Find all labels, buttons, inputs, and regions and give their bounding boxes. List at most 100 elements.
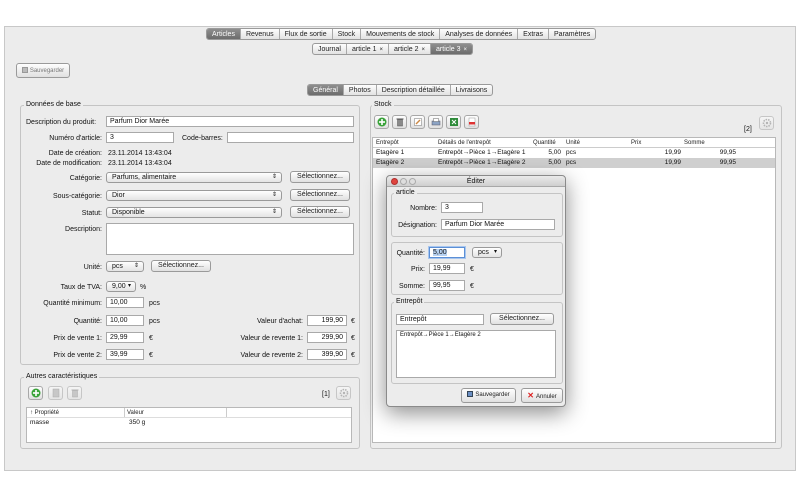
resale2-value-label: Valeur de revente 2: — [240, 352, 303, 359]
doc-tab-article-3[interactable]: article 3 × — [431, 44, 473, 54]
subcategory-select[interactable]: Dior ⇕ — [106, 190, 282, 201]
column-header-somme[interactable]: Somme — [684, 139, 705, 147]
price2-input[interactable]: 39,99 — [106, 349, 144, 360]
save-button-label: Sauvegarder — [29, 68, 65, 74]
tab-parametres[interactable]: Paramètres — [549, 29, 595, 39]
warehouse-select-button[interactable]: Sélectionnez... — [490, 313, 554, 325]
unit-select[interactable]: pcs ⇕ — [106, 261, 144, 272]
tab-description-detaillee[interactable]: Description détaillée — [377, 85, 451, 95]
doc-tab-label: article 3 — [436, 46, 461, 53]
doc-tab-article-2[interactable]: article 2 × — [389, 44, 432, 54]
column-header-property[interactable]: ↑ Propriété — [30, 409, 59, 417]
dialog-sum-label: Somme: — [398, 283, 425, 290]
close-icon[interactable]: × — [379, 47, 383, 53]
delete-property-button[interactable] — [67, 386, 82, 400]
dialog-quantity-input[interactable]: 5,00 — [429, 247, 465, 258]
stock-title: Stock — [372, 101, 394, 108]
tab-stock[interactable]: Stock — [333, 29, 362, 39]
settings-button[interactable] — [336, 386, 351, 400]
designation-input[interactable]: Parfum Dior Marée — [441, 219, 555, 230]
tab-general[interactable]: Général — [308, 85, 344, 95]
dialog-save-button[interactable]: Sauvegarder — [461, 388, 516, 403]
article-number-input[interactable]: 3 — [106, 132, 174, 143]
export-excel-button[interactable] — [446, 115, 461, 129]
description-textarea[interactable] — [106, 223, 354, 255]
category-select[interactable]: Parfums, alimentaire ⇕ — [106, 172, 282, 183]
tab-analyses[interactable]: Analyses de données — [440, 29, 519, 39]
edit-property-button[interactable] — [48, 386, 63, 400]
doc-tab-article-1[interactable]: article 1 × — [347, 44, 389, 54]
column-header-prix[interactable]: Prix — [631, 139, 641, 147]
add-icon — [31, 388, 40, 398]
dialog-sum-input[interactable]: 99,95 — [429, 280, 465, 291]
add-property-button[interactable] — [28, 386, 43, 400]
quantity-unit: pcs — [149, 318, 160, 325]
tab-photos[interactable]: Photos — [344, 85, 377, 95]
chevron-updown-icon: ⇕ — [271, 174, 277, 180]
print-button[interactable] — [428, 115, 443, 129]
details-cell: Entrepôt→Pièce 1→Etagère 2 — [438, 159, 526, 166]
min-quantity-input[interactable]: 10,00 — [106, 297, 144, 308]
chevron-updown-icon: ⇕ — [271, 192, 277, 198]
close-icon[interactable]: × — [422, 47, 426, 53]
export-pdf-button[interactable] — [464, 115, 479, 129]
dialog-quantity-label: Quantité: — [396, 250, 425, 257]
dialog-unit-select[interactable]: pcs ▾ — [472, 247, 502, 258]
tab-revenus[interactable]: Revenus — [241, 29, 280, 39]
purchase-value-label: Valeur d'achat: — [257, 318, 303, 325]
status-select-button[interactable]: Sélectionnez... — [290, 206, 350, 218]
column-header-details[interactable]: Détails de l'entrepôt — [438, 139, 491, 147]
resale1-value-label: Valeur de revente 1: — [240, 335, 303, 342]
modified-date-label: Date de modification: — [36, 160, 102, 167]
quantity-cell: 5,00 — [548, 149, 561, 156]
dialog-price-input[interactable]: 19,99 — [429, 263, 465, 274]
dialog-cancel-label: Annuler — [536, 394, 557, 400]
vat-select[interactable]: 9,00 ▾ — [106, 281, 136, 292]
subcategory-select-button[interactable]: Sélectionnez... — [290, 189, 350, 201]
column-header-entrepot[interactable]: Entrepôt — [376, 139, 399, 147]
status-label: Statut: — [81, 210, 102, 217]
add-stock-button[interactable] — [374, 115, 389, 129]
warehouse-input[interactable]: Entrepôt — [396, 314, 484, 325]
number-input[interactable]: 3 — [441, 202, 483, 213]
save-button[interactable]: Sauvegarder — [16, 63, 70, 78]
tab-mouvements-de-stock[interactable]: Mouvements de stock — [361, 29, 441, 39]
price1-input[interactable]: 29,99 — [106, 332, 144, 343]
column-header-unite[interactable]: Unité — [566, 139, 580, 147]
table-row[interactable]: Etagère 2 Entrepôt→Pièce 1→Etagère 2 5,0… — [373, 158, 775, 168]
warehouse-path-area[interactable]: Entrepôt→Pièce 1→Etagère 2 — [396, 330, 556, 378]
quantity-input[interactable]: 10,00 — [106, 315, 144, 326]
product-description-input[interactable]: Parfum Dior Marée — [106, 116, 354, 127]
dialog-title-bar[interactable]: Éditer — [387, 176, 565, 187]
close-icon[interactable]: × — [464, 47, 468, 53]
top-tab-bar: Articles Revenus Flux de sortie Stock Mo… — [206, 28, 597, 40]
dialog-cancel-button[interactable]: ✕ Annuler — [521, 388, 563, 403]
doc-tab-label: article 1 — [351, 46, 377, 53]
column-header-quantite[interactable]: Quantité — [533, 139, 556, 147]
subcategory-label: Sous-catégorie: — [52, 193, 102, 200]
doc-tab-journal[interactable]: Journal — [313, 44, 347, 54]
stock-count: [2] — [744, 126, 752, 133]
sum-cell: 99,95 — [719, 149, 736, 156]
column-header-value[interactable]: Valeur — [127, 409, 144, 417]
unit-select-button[interactable]: Sélectionnez... — [151, 260, 211, 272]
subcategory-value: Dior — [112, 192, 125, 199]
settings-button[interactable] — [759, 116, 774, 130]
edit-stock-button[interactable] — [410, 115, 425, 129]
excel-icon — [449, 118, 458, 126]
gear-icon — [762, 118, 771, 128]
chevron-down-icon: ▾ — [127, 283, 131, 289]
currency-symbol: € — [149, 352, 153, 359]
status-select[interactable]: Disponible ⇕ — [106, 207, 282, 218]
category-select-button[interactable]: Sélectionnez... — [290, 171, 350, 183]
save-icon — [21, 67, 28, 74]
tab-livraisons[interactable]: Livraisons — [451, 85, 493, 95]
unit-label: Unité: — [83, 264, 102, 271]
table-row[interactable]: Etagère 1 Entrepôt→Pièce 1→Etagère 1 5,0… — [373, 148, 775, 158]
barcode-input[interactable] — [227, 132, 354, 143]
entrepot-cell: Etagère 2 — [376, 159, 405, 166]
tab-articles[interactable]: Articles — [207, 29, 241, 39]
tab-extras[interactable]: Extras — [518, 29, 550, 39]
delete-stock-button[interactable] — [392, 115, 407, 129]
tab-flux-de-sortie[interactable]: Flux de sortie — [280, 29, 333, 39]
